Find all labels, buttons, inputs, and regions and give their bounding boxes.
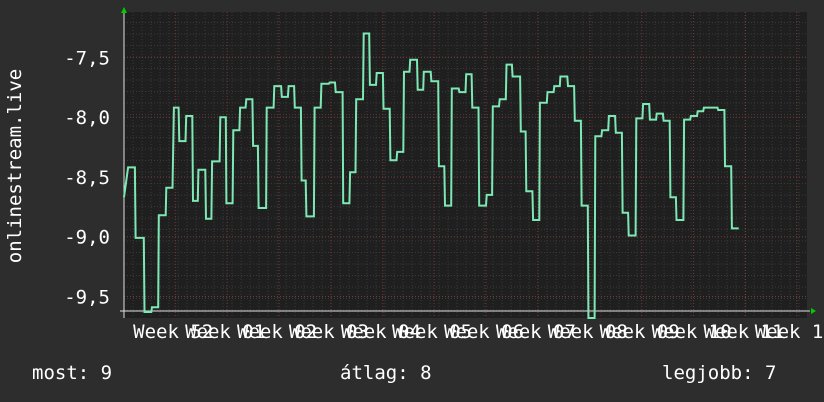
legend-best-label: legjobb: bbox=[662, 362, 754, 384]
x-tick-labels: Week 52Week 01Week 02Week 03Week 04Week … bbox=[133, 321, 824, 343]
legend-now-label: most: bbox=[32, 362, 90, 384]
x-tick-label: Week 12 bbox=[755, 321, 824, 343]
legend-now-value: 9 bbox=[100, 362, 113, 384]
y-tick-label: -8,5 bbox=[64, 167, 110, 189]
y-tick-label: -8,0 bbox=[64, 107, 110, 129]
y-axis-label: onlinestream.live bbox=[4, 69, 26, 263]
legend-best-value: 7 bbox=[764, 362, 777, 384]
y-axis-arrow-icon bbox=[121, 7, 127, 13]
legend-best: legjobb: 7 bbox=[662, 362, 776, 384]
y-tick-label: -9,5 bbox=[64, 286, 110, 308]
legend-average-value: 8 bbox=[420, 362, 432, 384]
legend-now: most: 9 bbox=[32, 362, 112, 384]
legend-average: átlag: 8 bbox=[340, 362, 432, 384]
legend-average-label: átlag: bbox=[340, 362, 409, 384]
x-axis-arrow-icon bbox=[811, 308, 816, 314]
chart: -7,5 -8,0 -8,5 -9,0 -9,5 Week 52Week 01Week … bbox=[4, 7, 824, 343]
y-tick-label: -7,5 bbox=[64, 47, 110, 69]
y-tick-label: -9,0 bbox=[64, 227, 110, 249]
y-tick-labels: -7,5 -8,0 -8,5 -9,0 -9,5 bbox=[64, 47, 110, 308]
